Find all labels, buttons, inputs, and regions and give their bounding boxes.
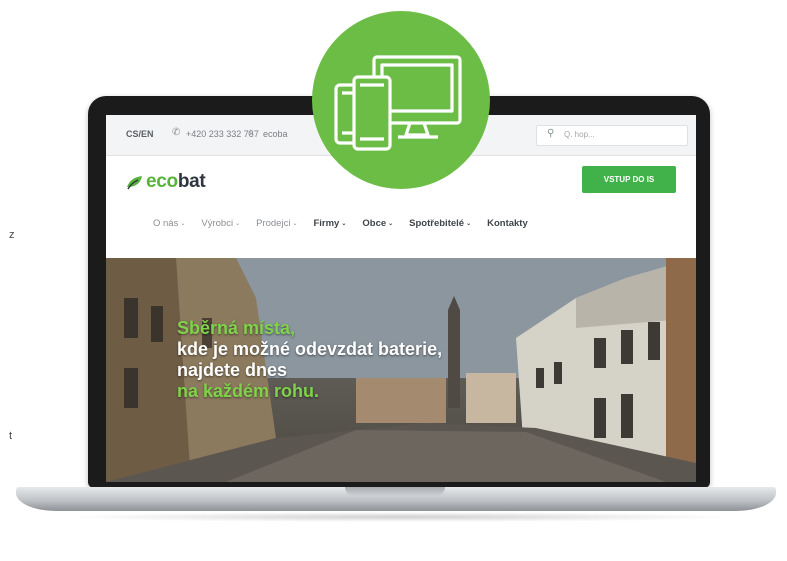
laptop-notch — [345, 487, 445, 496]
language-switch[interactable]: CS/EN — [126, 129, 154, 139]
hero-line-2: kde je možné odevzdat baterie, — [177, 339, 443, 359]
search-icon: ⚲ — [547, 128, 555, 139]
nav-item-consumers[interactable]: Spotřebitelé ⌄ — [409, 218, 471, 229]
search-placeholder: Q. hop... — [564, 130, 595, 139]
devices-icon — [334, 55, 462, 151]
nav-item-about[interactable]: O nás ⌄ — [153, 218, 185, 229]
devices-badge — [312, 11, 490, 189]
hero-headline: Sběrná místa, kde je možné odevzdat bate… — [177, 318, 442, 402]
hero-line-4: na každém rohu. — [177, 381, 320, 401]
hero-banner: Sběrná místa, kde je možné odevzdat bate… — [106, 258, 696, 482]
email-link[interactable]: ecoba — [263, 129, 288, 139]
mail-icon: ⌂ — [248, 127, 255, 138]
search-input[interactable] — [536, 125, 688, 146]
hero-line-1: Sběrná místa, — [177, 318, 296, 338]
nav-item-contacts[interactable]: Kontakty — [487, 218, 528, 229]
site-logo[interactable]: ecobat — [124, 169, 206, 195]
logo-wordmark: ecobat — [146, 171, 206, 192]
login-button[interactable]: VSTUP DO IS — [582, 166, 676, 193]
phone-icon: ✆ — [172, 127, 181, 138]
leaf-icon — [127, 176, 142, 190]
nav-item-producers[interactable]: Výrobci ⌄ — [201, 218, 240, 229]
hero-line-3: najdete dnes — [177, 360, 288, 380]
nav-item-municipalities[interactable]: Obce ⌄ — [362, 218, 393, 229]
main-nav: O nás ⌄ Výrobci ⌄ Prodejci ⌄ Firmy ⌄ Obce ⌄ S… — [153, 218, 544, 229]
edge-letter-top: z — [9, 229, 15, 241]
nav-item-sellers[interactable]: Prodejci ⌄ — [256, 218, 297, 229]
nav-item-companies[interactable]: Firmy ⌄ — [313, 218, 346, 229]
edge-letter-bottom: t — [9, 430, 13, 442]
laptop-shadow — [60, 512, 740, 522]
